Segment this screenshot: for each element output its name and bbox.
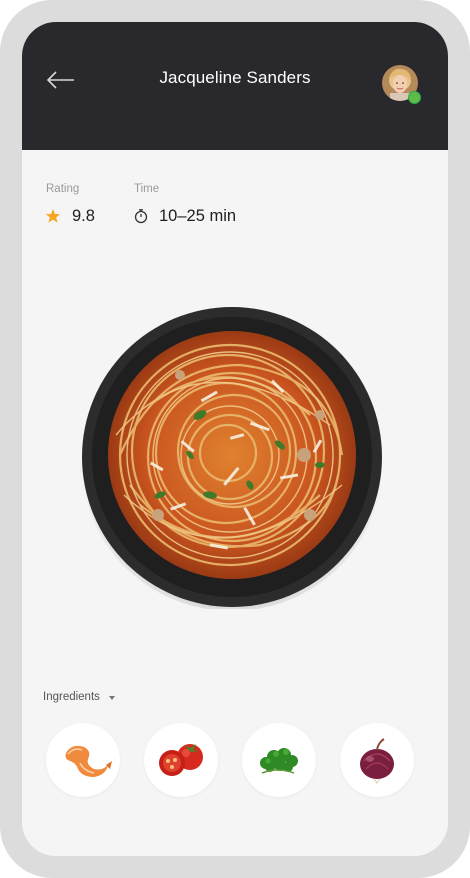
parsley-icon xyxy=(260,748,298,774)
onion-icon xyxy=(360,738,394,784)
star-icon xyxy=(45,209,61,223)
shrimp-icon xyxy=(65,745,112,777)
app-screen: Jacqueline Sanders Rating 9.8 Time 10–25… xyxy=(22,22,448,856)
phone-frame: Jacqueline Sanders Rating 9.8 Time 10–25… xyxy=(0,0,470,878)
ingredients-dropdown-label[interactable]: Ingredients xyxy=(43,691,100,703)
tomato-icon xyxy=(159,744,203,776)
ingredient-onion[interactable] xyxy=(340,723,414,797)
header-bar: Jacqueline Sanders xyxy=(22,22,448,150)
rating-value: 9.8 xyxy=(72,207,95,225)
time-label: Time xyxy=(134,183,160,195)
online-status-dot xyxy=(408,91,421,104)
stopwatch-icon xyxy=(134,209,148,224)
recipe-card: Rating 9.8 Time 10–25 min Ingredients xyxy=(22,150,448,856)
ingredient-shrimp[interactable] xyxy=(46,723,120,797)
rating-label: Rating xyxy=(46,183,80,195)
ingredient-tomatoes[interactable] xyxy=(144,723,218,797)
chevron-down-icon[interactable] xyxy=(109,696,115,700)
time-value: 10–25 min xyxy=(159,207,237,225)
dish-image xyxy=(82,307,382,609)
ingredient-parsley[interactable] xyxy=(242,723,316,797)
avatar[interactable] xyxy=(382,65,421,104)
